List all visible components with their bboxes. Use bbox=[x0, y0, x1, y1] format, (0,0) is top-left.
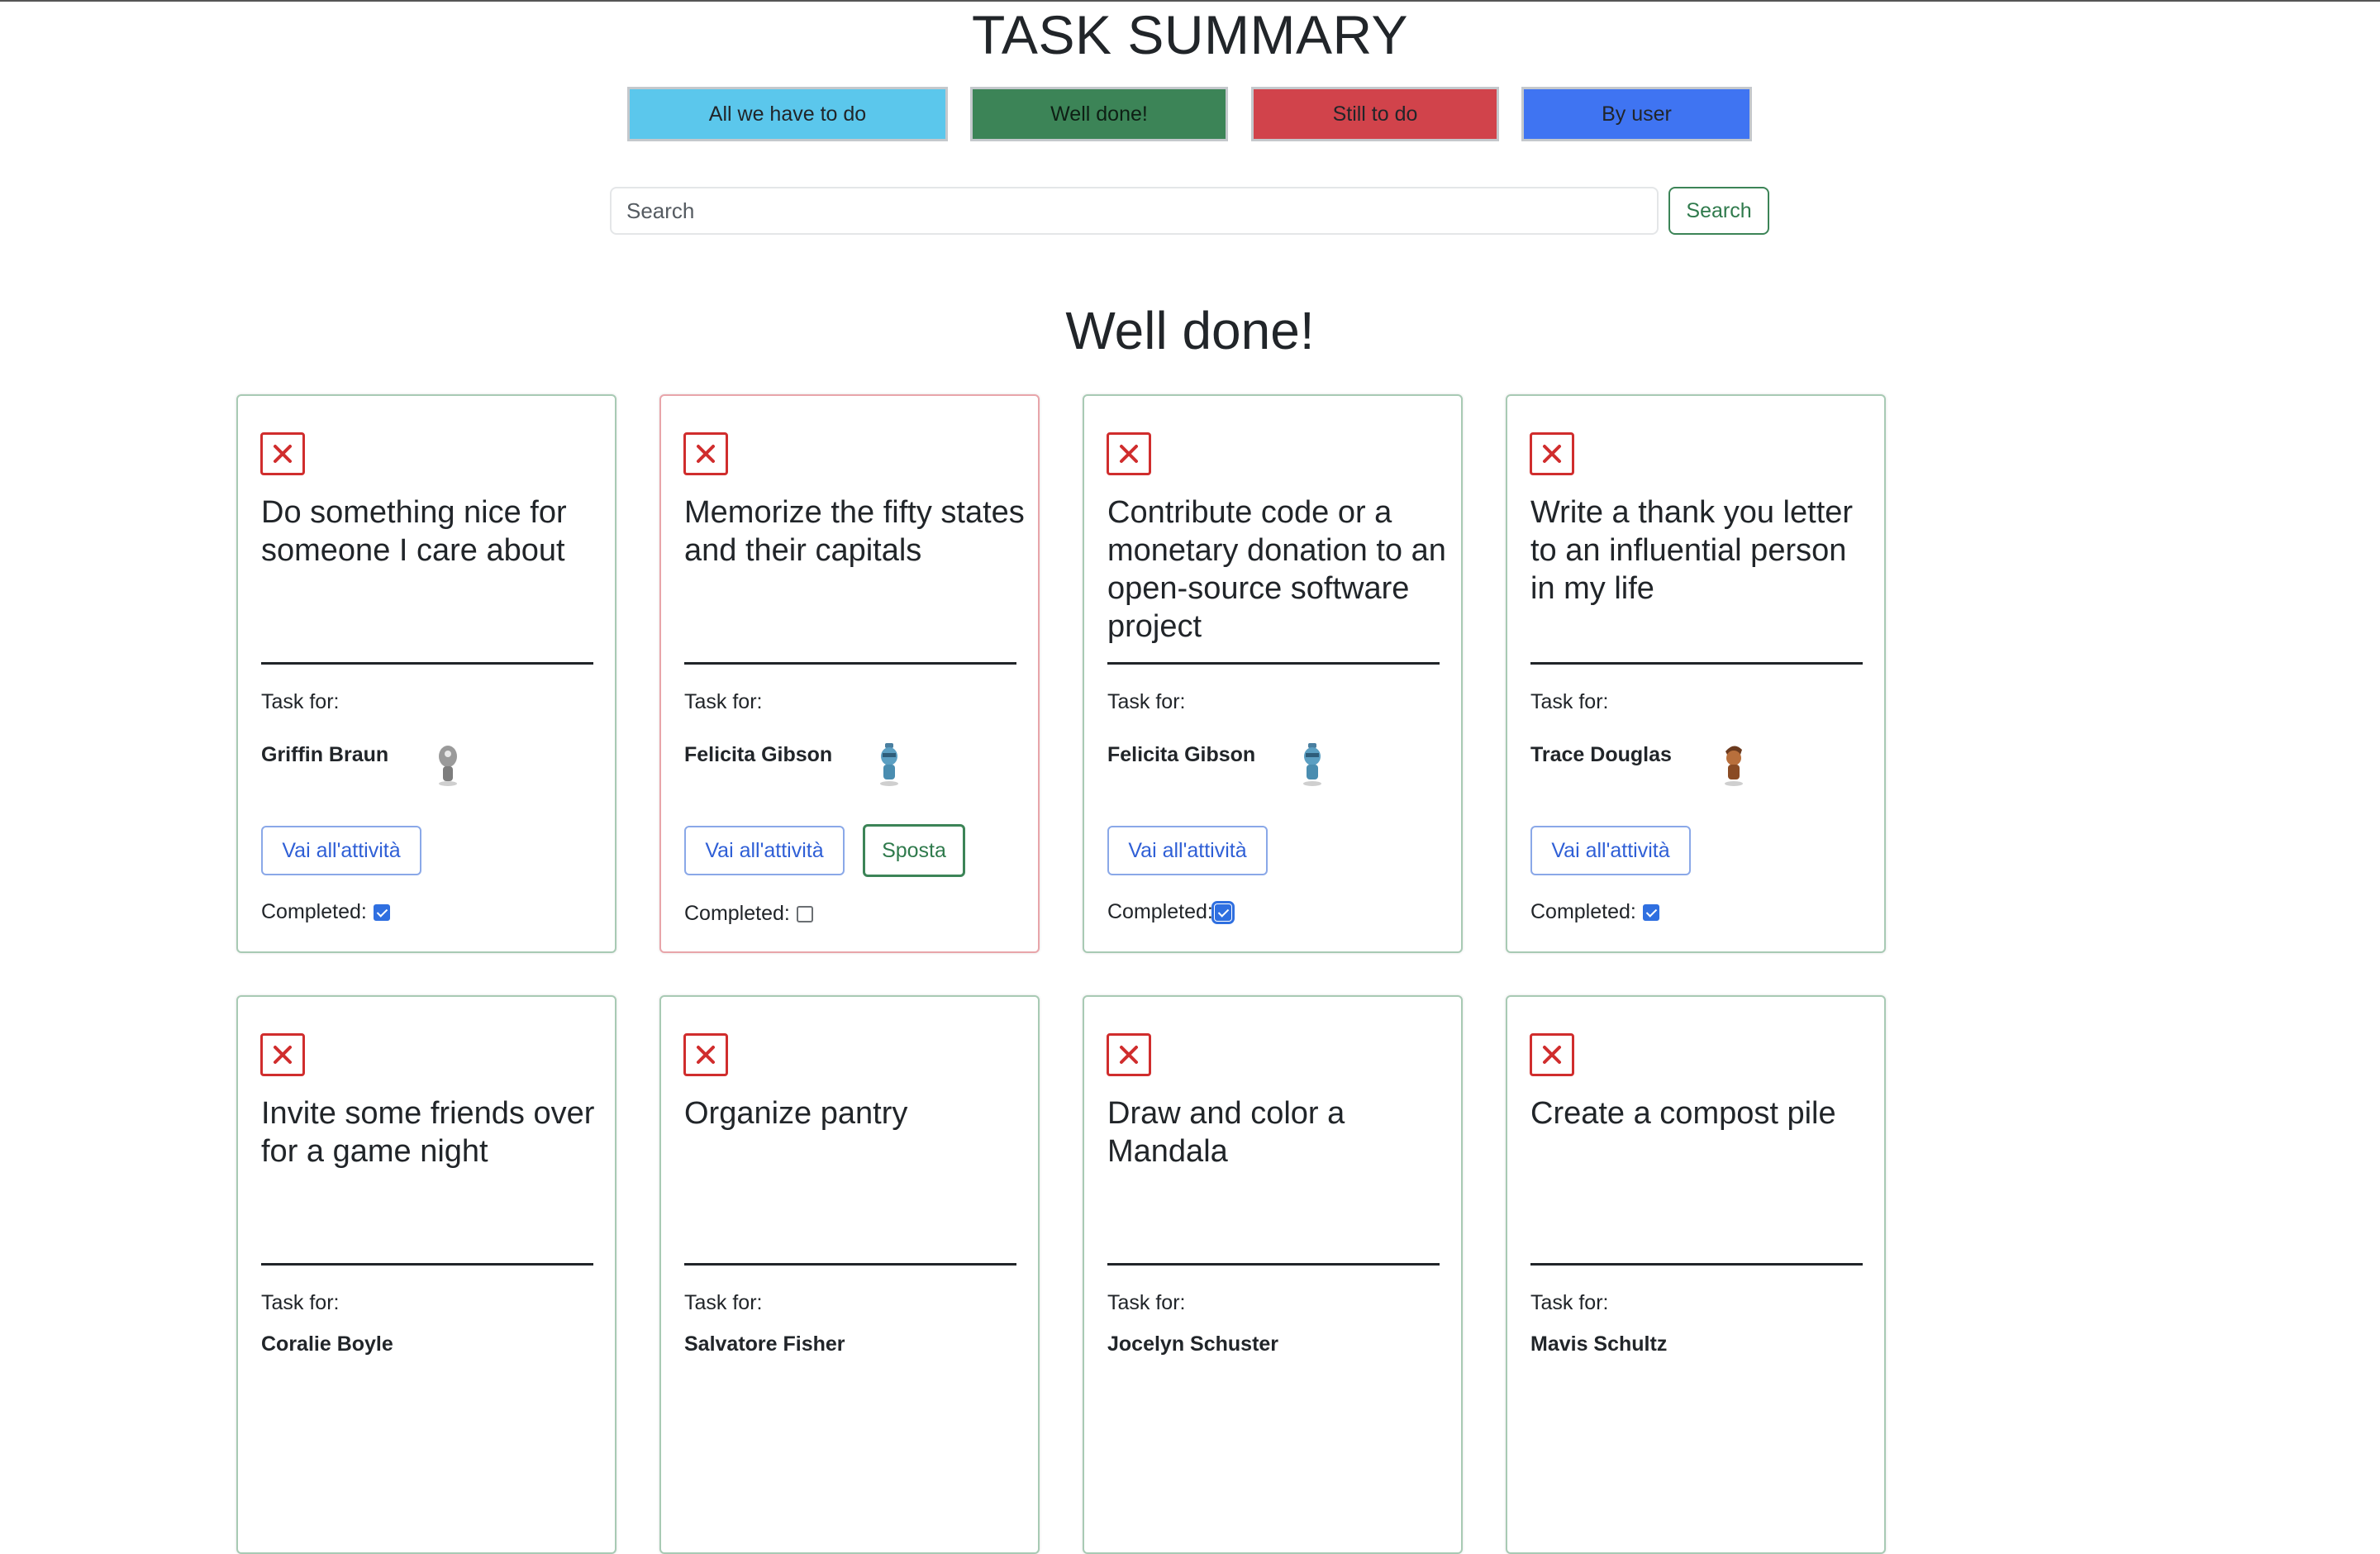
user-name: Griffin Braun bbox=[261, 743, 389, 766]
delete-button[interactable] bbox=[1530, 1033, 1574, 1076]
task-title: Draw and color a Mandala bbox=[1107, 1096, 1345, 1169]
task-card: Draw and color a Mandala Task for: Jocel… bbox=[1083, 995, 1463, 1554]
completed-checkbox[interactable] bbox=[1642, 903, 1659, 921]
move-button[interactable]: Sposta bbox=[863, 824, 965, 877]
close-icon bbox=[274, 445, 292, 463]
close-icon bbox=[697, 445, 715, 463]
task-for-label: Task for: bbox=[684, 690, 763, 713]
task-card: Memorize the fifty states and their capi… bbox=[659, 394, 1040, 953]
delete-button[interactable] bbox=[1107, 1033, 1151, 1076]
task-title: Do something nice for someone I care abo… bbox=[261, 495, 567, 568]
delete-button[interactable] bbox=[1107, 432, 1151, 475]
search-input[interactable] bbox=[610, 187, 1659, 235]
delete-button[interactable] bbox=[260, 432, 305, 475]
task-for-label: Task for: bbox=[1107, 690, 1186, 713]
avatar bbox=[1303, 743, 1321, 786]
user-name: Trace Douglas bbox=[1530, 743, 1672, 766]
section-heading: Well done! bbox=[1065, 301, 1315, 360]
delete-button[interactable] bbox=[683, 1033, 728, 1076]
completed-checkbox[interactable] bbox=[1211, 900, 1235, 924]
task-card: Organize pantry Task for: Salvatore Fish… bbox=[659, 995, 1040, 1554]
delete-button[interactable] bbox=[260, 1033, 305, 1076]
avatar bbox=[439, 746, 457, 786]
task-for-label: Task for: bbox=[1530, 1291, 1609, 1314]
completed-label: Completed: bbox=[1530, 900, 1636, 923]
divider bbox=[1107, 662, 1440, 665]
task-title: Organize pantry bbox=[684, 1096, 908, 1131]
close-icon bbox=[1543, 1046, 1561, 1064]
close-icon bbox=[1120, 445, 1138, 463]
completed-label: Completed: bbox=[261, 900, 367, 923]
close-icon bbox=[1120, 1046, 1138, 1064]
avatar bbox=[1725, 746, 1743, 786]
task-card: Create a compost pile Task for: Mavis Sc… bbox=[1506, 995, 1886, 1554]
top-border bbox=[0, 0, 2380, 2]
task-card: Invite some friends over for a game nigh… bbox=[236, 995, 616, 1554]
completed-checkbox[interactable] bbox=[373, 903, 390, 921]
divider bbox=[1530, 1263, 1863, 1266]
filter-todo-button[interactable]: Still to do bbox=[1251, 87, 1499, 141]
completed-row: Completed: bbox=[1530, 900, 1659, 924]
user-name: Felicita Gibson bbox=[684, 743, 833, 766]
close-icon bbox=[697, 1046, 715, 1064]
filter-all-button[interactable]: All we have to do bbox=[627, 87, 948, 141]
divider bbox=[261, 662, 593, 665]
task-title: Invite some friends over for a game nigh… bbox=[261, 1096, 595, 1169]
divider bbox=[1107, 1263, 1440, 1266]
completed-label: Completed: bbox=[1107, 900, 1213, 923]
search-button[interactable]: Search bbox=[1668, 187, 1769, 235]
task-title: Create a compost pile bbox=[1530, 1096, 1836, 1131]
go-to-activity-button[interactable]: Vai all'attività bbox=[684, 826, 845, 875]
task-title: Write a thank you letter to an influenti… bbox=[1530, 495, 1854, 606]
task-card: Contribute code or a monetary donation t… bbox=[1083, 394, 1463, 953]
divider bbox=[684, 1263, 1016, 1266]
user-name: Jocelyn Schuster bbox=[1107, 1332, 1279, 1356]
filter-done-button[interactable]: Well done! bbox=[970, 87, 1228, 141]
completed-row: Completed: bbox=[1107, 900, 1235, 924]
task-title: Memorize the fifty states and their capi… bbox=[684, 495, 1025, 568]
go-to-activity-button[interactable]: Vai all'attività bbox=[1107, 826, 1268, 875]
page-title: TASK SUMMARY bbox=[972, 4, 1408, 65]
user-name: Coralie Boyle bbox=[261, 1332, 393, 1356]
task-for-label: Task for: bbox=[261, 690, 340, 713]
avatar bbox=[880, 743, 898, 786]
go-to-activity-button[interactable]: Vai all'attività bbox=[261, 826, 421, 875]
close-icon bbox=[1543, 445, 1561, 463]
completed-row: Completed: bbox=[261, 900, 390, 924]
divider bbox=[684, 662, 1016, 665]
task-card: Write a thank you letter to an influenti… bbox=[1506, 394, 1886, 953]
divider bbox=[1530, 662, 1863, 665]
user-name: Salvatore Fisher bbox=[684, 1332, 845, 1356]
task-card: Do something nice for someone I care abo… bbox=[236, 394, 616, 953]
delete-button[interactable] bbox=[683, 432, 728, 475]
divider bbox=[261, 1263, 593, 1266]
user-name: Mavis Schultz bbox=[1530, 1332, 1668, 1356]
task-for-label: Task for: bbox=[1530, 690, 1609, 713]
go-to-activity-button[interactable]: Vai all'attività bbox=[1530, 826, 1691, 875]
task-for-label: Task for: bbox=[1107, 1291, 1186, 1314]
task-title: Contribute code or a monetary donation t… bbox=[1107, 495, 1446, 644]
completed-checkbox[interactable] bbox=[796, 905, 813, 922]
filter-by-user-button[interactable]: By user bbox=[1521, 87, 1752, 141]
completed-label: Completed: bbox=[684, 902, 790, 925]
delete-button[interactable] bbox=[1530, 432, 1574, 475]
task-for-label: Task for: bbox=[684, 1291, 763, 1314]
close-icon bbox=[274, 1046, 292, 1064]
user-name: Felicita Gibson bbox=[1107, 743, 1256, 766]
task-for-label: Task for: bbox=[261, 1291, 340, 1314]
completed-row: Completed: bbox=[684, 902, 813, 926]
